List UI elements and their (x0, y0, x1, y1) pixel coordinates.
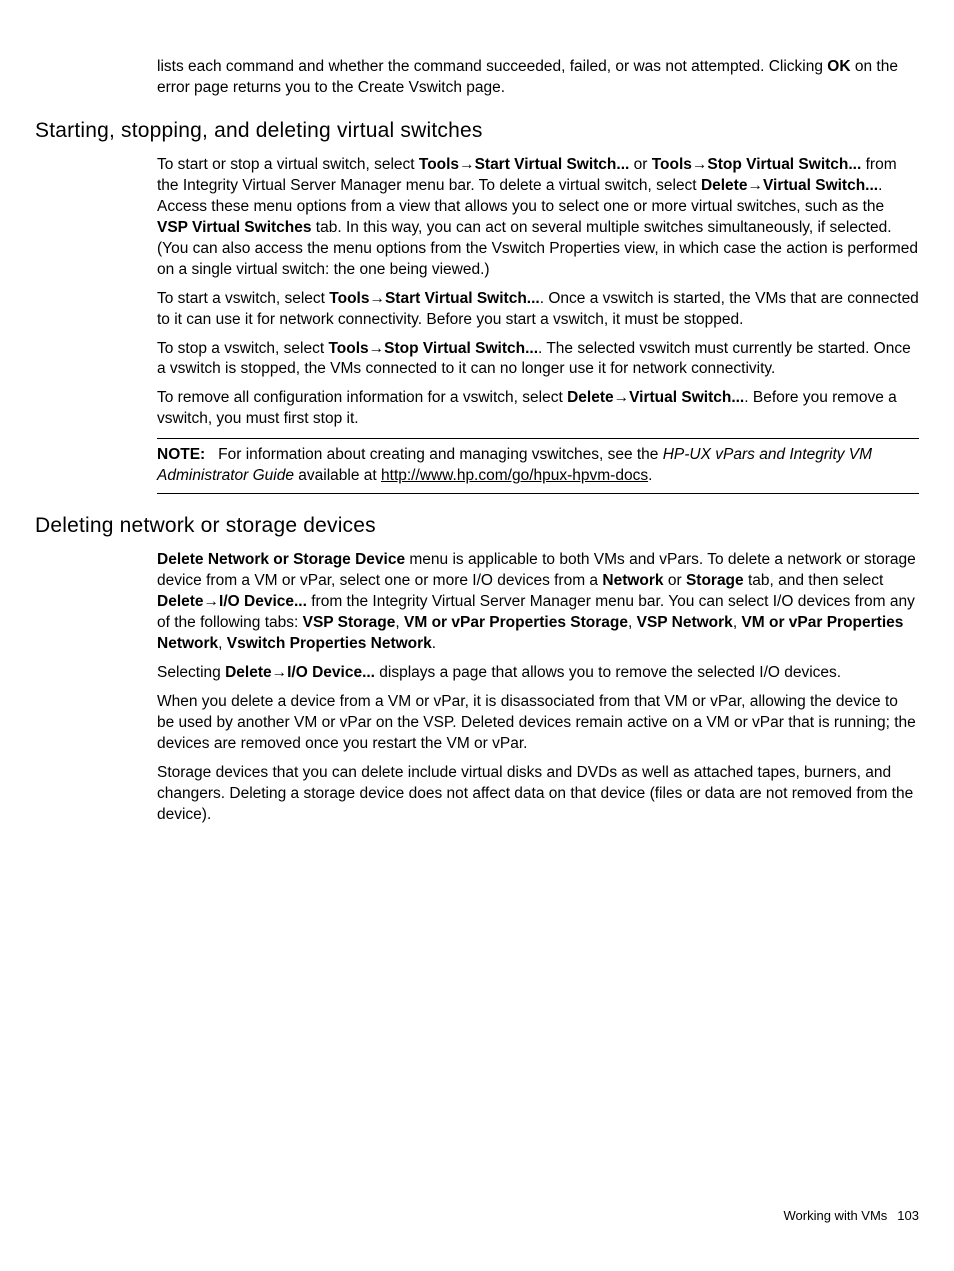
section1-body: To start or stop a virtual switch, selec… (157, 155, 919, 494)
menu-path: Stop Virtual Switch... (707, 156, 861, 173)
note-label: NOTE: (157, 446, 205, 463)
tab-name: Vswitch Properties Network (227, 635, 432, 652)
heading-starting-stopping: Starting, stopping, and deleting virtual… (35, 117, 919, 145)
arrow-icon: → (369, 340, 385, 357)
heading-deleting-devices: Deleting network or storage devices (35, 512, 919, 540)
arrow-icon: → (369, 290, 385, 307)
text: Selecting (157, 664, 225, 681)
paragraph: When you delete a device from a VM or vP… (157, 692, 919, 755)
menu-path: Start Virtual Switch... (475, 156, 630, 173)
arrow-icon: → (747, 177, 763, 194)
menu-path: Stop Virtual Switch... (384, 340, 538, 357)
text: or (664, 572, 686, 589)
intro-paragraph: lists each command and whether the comma… (157, 57, 919, 99)
text: , (395, 614, 404, 631)
text: tab, and then select (744, 572, 884, 589)
arrow-icon: → (614, 389, 630, 406)
paragraph: To stop a vswitch, select Tools→Stop Vir… (157, 339, 919, 381)
menu-path: Tools (652, 156, 692, 173)
tab-name: Network (602, 572, 663, 589)
intro-text: lists each command and whether the comma… (157, 57, 919, 99)
tab-name: Storage (686, 572, 744, 589)
arrow-icon: → (692, 156, 708, 173)
text: To start a vswitch, select (157, 290, 329, 307)
tab-name: VSP Network (637, 614, 733, 631)
menu-path: Tools (329, 290, 369, 307)
text: , (218, 635, 227, 652)
menu-path: Delete (567, 389, 614, 406)
arrow-icon: → (459, 156, 475, 173)
tab-name: VSP Virtual Switches (157, 219, 312, 236)
tab-name: VM or vPar Properties Storage (404, 614, 628, 631)
text: To stop a vswitch, select (157, 340, 328, 357)
menu-path: I/O Device... (219, 593, 307, 610)
page: lists each command and whether the comma… (0, 0, 954, 826)
paragraph: To start a vswitch, select Tools→Start V… (157, 289, 919, 331)
menu-path: Delete (225, 664, 272, 681)
text: To remove all configuration information … (157, 389, 567, 406)
paragraph: Delete Network or Storage Device menu is… (157, 550, 919, 655)
text: available at (294, 467, 381, 484)
menu-path: Delete (701, 177, 748, 194)
menu-path: Virtual Switch... (629, 389, 744, 406)
arrow-icon: → (272, 664, 288, 681)
text: . (648, 467, 652, 484)
paragraph: Storage devices that you can delete incl… (157, 763, 919, 826)
note-paragraph: NOTE: For information about creating and… (157, 445, 919, 487)
menu-path: Tools (419, 156, 459, 173)
menu-path: Delete (157, 593, 204, 610)
tab-name: VSP Storage (303, 614, 396, 631)
menu-path: Tools (328, 340, 368, 357)
text: or (629, 156, 651, 173)
footer-text: Working with VMs (784, 1208, 888, 1223)
page-number: 103 (897, 1208, 919, 1223)
text: lists each command and whether the comma… (157, 58, 827, 75)
menu-path: I/O Device... (287, 664, 375, 681)
docs-link[interactable]: http://www.hp.com/go/hpux-hpvm-docs (381, 467, 648, 484)
page-footer: Working with VMs 103 (784, 1207, 920, 1225)
arrow-icon: → (204, 593, 220, 610)
text: . (432, 635, 436, 652)
menu-path: Start Virtual Switch... (385, 290, 540, 307)
section2-body: Delete Network or Storage Device menu is… (157, 550, 919, 825)
ok-label: OK (827, 58, 850, 75)
text: For information about creating and manag… (218, 446, 663, 463)
note-box: NOTE: For information about creating and… (157, 438, 919, 494)
menu-path: Virtual Switch... (763, 177, 878, 194)
text: , (628, 614, 637, 631)
paragraph: To start or stop a virtual switch, selec… (157, 155, 919, 281)
paragraph: To remove all configuration information … (157, 388, 919, 430)
text: displays a page that allows you to remov… (375, 664, 841, 681)
text: To start or stop a virtual switch, selec… (157, 156, 419, 173)
menu-name: Delete Network or Storage Device (157, 551, 405, 568)
paragraph: Selecting Delete→I/O Device... displays … (157, 663, 919, 684)
